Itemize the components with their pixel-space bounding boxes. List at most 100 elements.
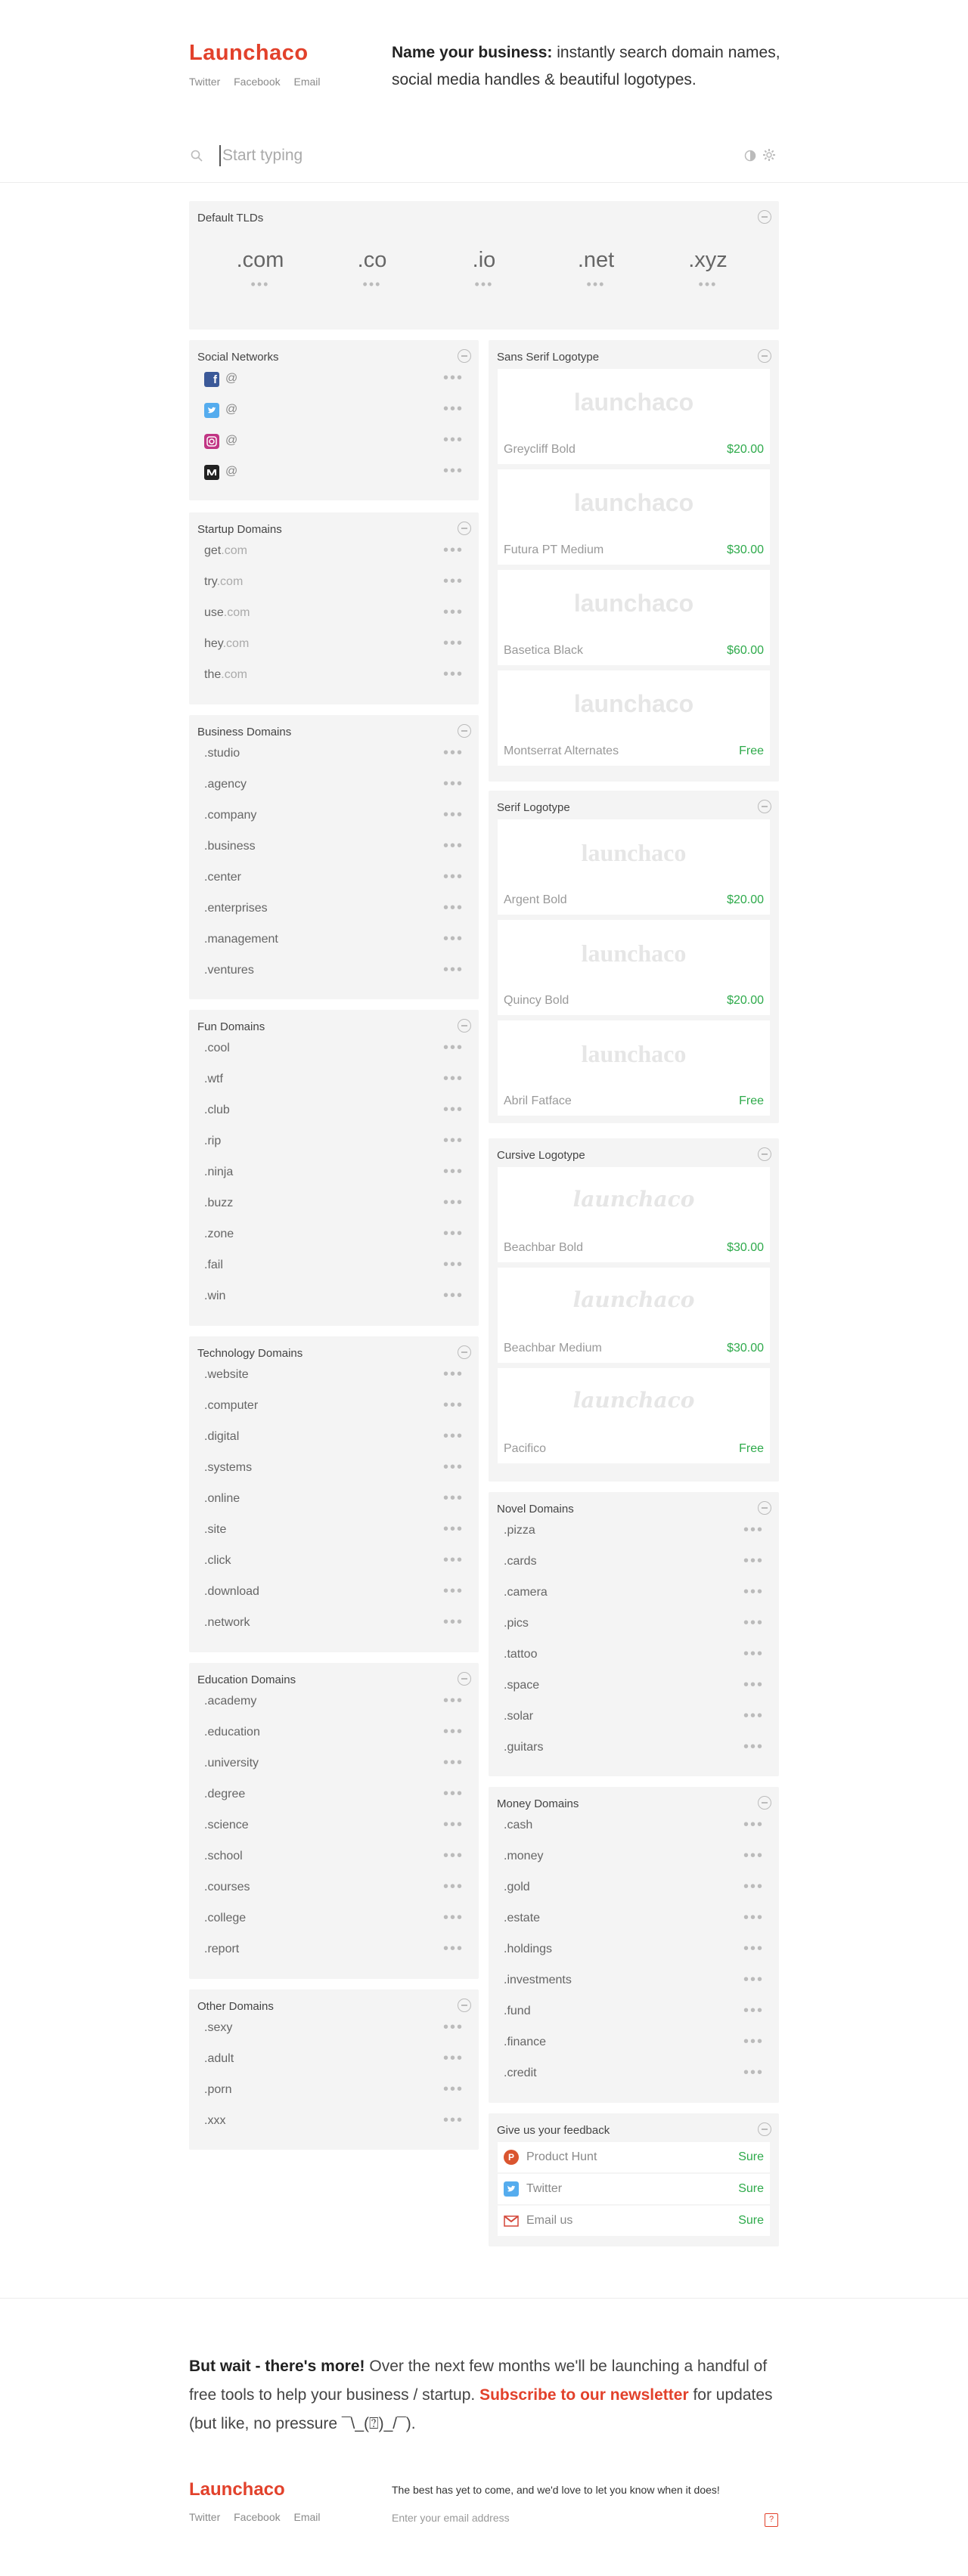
collapse-icon[interactable] bbox=[458, 522, 471, 535]
logotype-option[interactable]: launchaco Pacifico Free bbox=[498, 1368, 770, 1463]
domain-row[interactable]: .education ••• bbox=[204, 1718, 471, 1748]
price-badge[interactable]: $60.00 bbox=[727, 644, 764, 658]
domain-row[interactable]: .systems ••• bbox=[204, 1454, 471, 1484]
domain-row[interactable]: .solar ••• bbox=[504, 1702, 771, 1732]
domain-row[interactable]: .investments ••• bbox=[504, 1966, 771, 1996]
logotype-option[interactable]: launchaco Argent Bold $20.00 bbox=[498, 819, 770, 915]
domain-row[interactable]: .digital ••• bbox=[204, 1423, 471, 1453]
price-badge[interactable]: $20.00 bbox=[727, 443, 764, 457]
domain-row[interactable]: .ventures ••• bbox=[204, 956, 471, 986]
domain-row[interactable]: the.com ••• bbox=[204, 661, 471, 691]
domain-row[interactable]: .academy ••• bbox=[204, 1687, 471, 1717]
domain-row[interactable]: .science ••• bbox=[204, 1811, 471, 1841]
twitter-link[interactable]: Twitter bbox=[189, 2511, 220, 2523]
domain-row[interactable]: .gold ••• bbox=[504, 1873, 771, 1903]
logotype-option[interactable]: launchaco Abril Fatface Free bbox=[498, 1020, 770, 1116]
domain-row[interactable]: .estate ••• bbox=[504, 1904, 771, 1934]
domain-row[interactable]: .tattoo ••• bbox=[504, 1640, 771, 1670]
logotype-option[interactable]: launchaco Futura PT Medium $30.00 bbox=[498, 469, 770, 565]
domain-row[interactable]: .space ••• bbox=[504, 1671, 771, 1701]
domain-row[interactable]: .wtf ••• bbox=[204, 1065, 471, 1095]
collapse-icon[interactable] bbox=[458, 1019, 471, 1033]
domain-row[interactable]: .finance ••• bbox=[504, 2028, 771, 2058]
domain-row[interactable]: .enterprises ••• bbox=[204, 894, 471, 924]
domain-row[interactable]: .business ••• bbox=[204, 832, 471, 862]
collapse-icon[interactable] bbox=[458, 349, 471, 363]
domain-row[interactable]: .cash ••• bbox=[504, 1811, 771, 1841]
contrast-icon[interactable] bbox=[744, 150, 756, 162]
domain-row[interactable]: .adult ••• bbox=[204, 2045, 471, 2075]
domain-row[interactable]: .university ••• bbox=[204, 1749, 471, 1779]
feedback-row-product-hunt[interactable]: P Product Hunt Sure bbox=[498, 2142, 770, 2172]
social-row-twitter[interactable]: @ ••• bbox=[204, 395, 471, 426]
sure-button[interactable]: Sure bbox=[738, 2150, 764, 2164]
price-badge[interactable]: $30.00 bbox=[727, 543, 764, 557]
domain-row[interactable]: .buzz ••• bbox=[204, 1189, 471, 1219]
domain-row[interactable]: .zone ••• bbox=[204, 1220, 471, 1250]
domain-row[interactable]: .money ••• bbox=[504, 1842, 771, 1872]
collapse-icon[interactable] bbox=[758, 1147, 771, 1161]
domain-row[interactable]: .degree ••• bbox=[204, 1780, 471, 1810]
price-badge[interactable]: $20.00 bbox=[727, 994, 764, 1008]
facebook-link[interactable]: Facebook bbox=[234, 2511, 280, 2523]
collapse-icon[interactable] bbox=[458, 1672, 471, 1686]
collapse-icon[interactable] bbox=[758, 2122, 771, 2136]
email-link[interactable]: Email bbox=[294, 76, 321, 88]
twitter-link[interactable]: Twitter bbox=[189, 76, 220, 88]
domain-row[interactable]: .fail ••• bbox=[204, 1251, 471, 1281]
domain-row[interactable]: .computer ••• bbox=[204, 1392, 471, 1422]
gear-icon[interactable] bbox=[762, 148, 776, 162]
feedback-row-twitter[interactable]: Twitter Sure bbox=[498, 2174, 770, 2204]
domain-row[interactable]: .win ••• bbox=[204, 1282, 471, 1312]
collapse-icon[interactable] bbox=[758, 349, 771, 363]
search-input[interactable] bbox=[219, 145, 673, 166]
domain-row[interactable]: .fund ••• bbox=[504, 1997, 771, 2027]
logotype-option[interactable]: launchaco Montserrat Alternates Free bbox=[498, 670, 770, 766]
email-link[interactable]: Email bbox=[294, 2511, 321, 2523]
collapse-icon[interactable] bbox=[458, 1345, 471, 1359]
price-badge[interactable]: $20.00 bbox=[727, 893, 764, 907]
facebook-link[interactable]: Facebook bbox=[234, 76, 280, 88]
collapse-icon[interactable] bbox=[458, 724, 471, 738]
tld-io[interactable]: .io ••• bbox=[439, 248, 529, 291]
price-badge[interactable]: Free bbox=[739, 745, 764, 758]
domain-row[interactable]: .porn ••• bbox=[204, 2076, 471, 2106]
domain-row[interactable]: .holdings ••• bbox=[504, 1935, 771, 1965]
social-row-instagram[interactable]: @ ••• bbox=[204, 426, 471, 457]
tld-net[interactable]: .net ••• bbox=[551, 248, 641, 291]
domain-row[interactable]: hey.com ••• bbox=[204, 630, 471, 660]
feedback-row-email[interactable]: Email us Sure bbox=[498, 2206, 770, 2236]
domain-row[interactable]: .pics ••• bbox=[504, 1609, 771, 1639]
domain-row[interactable]: .ninja ••• bbox=[204, 1158, 471, 1188]
domain-row[interactable]: .credit ••• bbox=[504, 2059, 771, 2089]
domain-row[interactable]: .network ••• bbox=[204, 1608, 471, 1639]
tld-co[interactable]: .co ••• bbox=[327, 248, 417, 291]
domain-row[interactable]: .college ••• bbox=[204, 1904, 471, 1934]
collapse-icon[interactable] bbox=[458, 1999, 471, 2012]
price-badge[interactable]: Free bbox=[739, 1094, 764, 1108]
logotype-option[interactable]: launchaco Basetica Black $60.00 bbox=[498, 570, 770, 665]
domain-row[interactable]: .sexy ••• bbox=[204, 2014, 471, 2044]
logotype-option[interactable]: launchaco Quincy Bold $20.00 bbox=[498, 920, 770, 1015]
tld-xyz[interactable]: .xyz ••• bbox=[662, 248, 753, 291]
newsletter-email-input[interactable] bbox=[392, 2508, 755, 2528]
domain-row[interactable]: .online ••• bbox=[204, 1485, 471, 1515]
domain-row[interactable]: .guitars ••• bbox=[504, 1733, 771, 1763]
domain-row[interactable]: use.com ••• bbox=[204, 599, 471, 629]
logotype-option[interactable]: launchaco Greycliff Bold $20.00 bbox=[498, 369, 770, 464]
sure-button[interactable]: Sure bbox=[738, 2182, 764, 2196]
collapse-icon[interactable] bbox=[758, 1796, 771, 1810]
sure-button[interactable]: Sure bbox=[738, 2214, 764, 2228]
domain-row[interactable]: .cards ••• bbox=[504, 1547, 771, 1577]
domain-row[interactable]: .management ••• bbox=[204, 925, 471, 955]
domain-row[interactable]: .cool ••• bbox=[204, 1034, 471, 1064]
newsletter-submit-button[interactable]: ? bbox=[765, 2513, 778, 2527]
social-row-facebook[interactable]: f @ ••• bbox=[204, 364, 471, 395]
collapse-icon[interactable] bbox=[758, 210, 771, 224]
domain-row[interactable]: .rip ••• bbox=[204, 1127, 471, 1157]
domain-row[interactable]: .school ••• bbox=[204, 1842, 471, 1872]
footer-logo[interactable]: Launchaco bbox=[189, 2479, 285, 2500]
collapse-icon[interactable] bbox=[758, 800, 771, 813]
domain-row[interactable]: .company ••• bbox=[204, 801, 471, 831]
domain-row[interactable]: .website ••• bbox=[204, 1361, 471, 1391]
